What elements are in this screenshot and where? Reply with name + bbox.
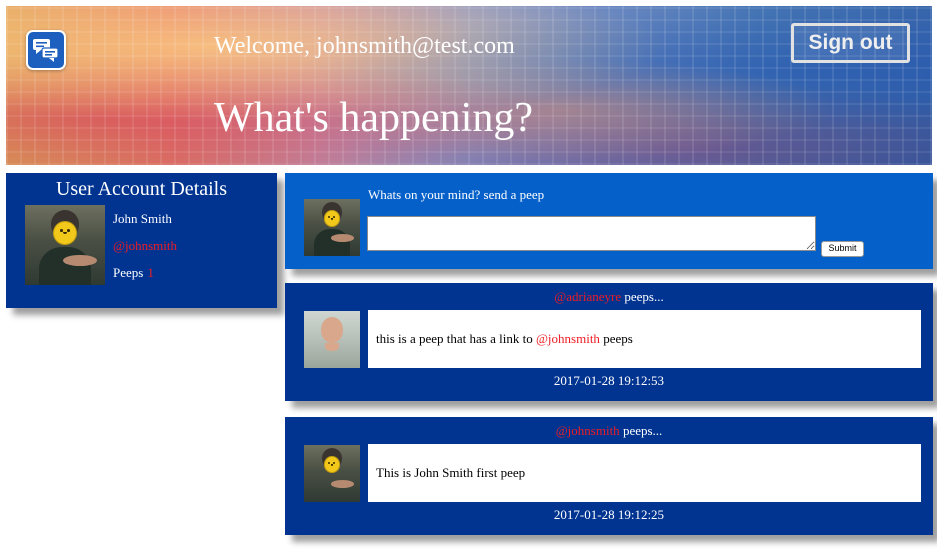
- peep-header-suffix: peeps...: [619, 423, 663, 438]
- peep-text-end: peeps: [599, 331, 633, 346]
- peep-header-suffix: peeps...: [621, 289, 664, 304]
- peep-text: This is John Smith first peep: [376, 465, 525, 481]
- peep-textarea[interactable]: [367, 216, 816, 251]
- peep-author-link[interactable]: @johnsmith: [556, 423, 620, 438]
- peeps-count: 1: [147, 265, 154, 280]
- sign-out-button[interactable]: Sign out: [791, 23, 910, 63]
- peep-text-start: This is John Smith first peep: [376, 465, 526, 480]
- peep-timestamp: 2017-01-28 19:12:53: [553, 373, 665, 388]
- chat-bubbles-icon[interactable]: [26, 30, 66, 70]
- peep-text-start: this is a peep that has a link to: [376, 331, 536, 346]
- compose-avatar: [304, 199, 360, 256]
- peeps-count-label: Peeps 1: [113, 265, 154, 281]
- peep-text: this is a peep that has a link to @johns…: [376, 331, 633, 347]
- welcome-message: Welcome, johnsmith@test.com: [214, 33, 515, 59]
- peeps-label: Peeps: [113, 265, 144, 280]
- peep-body: This is John Smith first peep: [368, 444, 921, 502]
- header-banner: Welcome, johnsmith@test.com What's happe…: [6, 6, 932, 165]
- peep-timestamp: 2017-01-28 19:12:25: [553, 507, 665, 522]
- submit-button[interactable]: Submit: [821, 241, 864, 257]
- peep-body: this is a peep that has a link to @johns…: [368, 310, 921, 368]
- compose-peep-panel: Whats on your mind? send a peep Submit: [285, 173, 933, 269]
- peep-author-link[interactable]: @adrianeyre: [554, 289, 621, 304]
- compose-prompt: Whats on your mind? send a peep: [368, 187, 545, 202]
- page-headline: What's happening?: [214, 95, 533, 141]
- peep-mention-link[interactable]: @johnsmith: [536, 331, 600, 346]
- user-account-panel: User Account Details John Smith @johnsmi…: [6, 173, 277, 308]
- peep-card: @adrianeyre peeps... this is a peep that…: [285, 283, 933, 401]
- user-handle-link[interactable]: @johnsmith: [113, 238, 177, 254]
- peep-author-avatar: [304, 311, 360, 368]
- peep-header: @adrianeyre peeps...: [285, 289, 933, 305]
- peep-author-avatar: [304, 445, 360, 502]
- peep-header: @johnsmith peeps...: [285, 423, 933, 439]
- account-panel-title: User Account Details: [55, 178, 228, 200]
- user-avatar: [25, 205, 105, 285]
- peep-card: @johnsmith peeps... This is John Smith f…: [285, 417, 933, 535]
- user-full-name: John Smith: [113, 211, 172, 226]
